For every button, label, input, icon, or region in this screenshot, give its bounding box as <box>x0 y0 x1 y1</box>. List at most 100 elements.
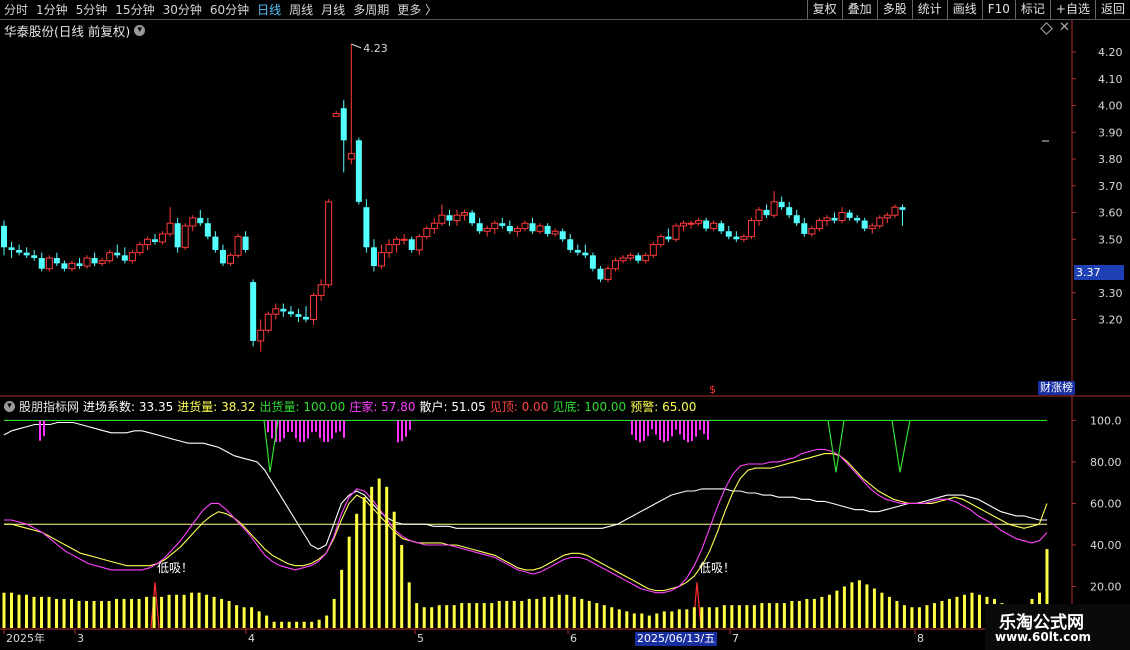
volume-bar <box>400 544 404 628</box>
volume-bar <box>122 598 126 628</box>
candle-body <box>891 206 899 216</box>
indicator-line-0 <box>3 421 1047 550</box>
candle-body <box>128 252 136 262</box>
price-axis-label: 4.00 <box>1098 100 1123 113</box>
candle-body <box>665 236 672 240</box>
candle-body <box>544 225 551 234</box>
volume-bar <box>2 592 6 628</box>
x-axis-label: 4 <box>248 632 255 645</box>
candle-body <box>446 215 453 221</box>
volume-bar <box>235 605 239 628</box>
candle-body <box>513 228 521 232</box>
readout-6: 见底: 100.00 <box>552 398 626 415</box>
volume-bar <box>32 596 36 628</box>
readout-value: 38.32 <box>217 400 256 414</box>
candle-body <box>786 207 793 216</box>
caizhang-badge[interactable]: 财涨榜 <box>1038 381 1075 395</box>
volume-bar <box>775 603 779 628</box>
volume-bar <box>115 598 119 628</box>
volume-bar <box>62 598 66 628</box>
volume-bar <box>85 601 89 628</box>
volume-bar <box>182 594 186 628</box>
candle-body <box>725 231 732 237</box>
candle-body <box>567 239 574 250</box>
volume-bar <box>707 607 711 628</box>
green-spike <box>891 420 911 473</box>
volume-bar <box>572 596 576 628</box>
indicator-name[interactable]: 股朋指标网 <box>19 398 79 415</box>
candle-body <box>883 214 891 219</box>
volume-bar <box>107 601 111 628</box>
volume-bar <box>857 580 861 628</box>
volume-bar <box>47 596 51 628</box>
readout-4: 散户: 51.05 <box>420 398 486 415</box>
candle-body <box>114 252 121 256</box>
price-axis-label: 3.50 <box>1098 233 1123 246</box>
candle-body <box>642 254 650 262</box>
candle-body <box>506 225 513 232</box>
price-axis-label: 3.20 <box>1098 314 1123 327</box>
volume-bar <box>152 596 156 628</box>
volume-bar <box>557 594 561 628</box>
candle-body <box>355 140 362 202</box>
readout-label: 庄家: <box>349 400 378 414</box>
volume-bar <box>310 621 314 628</box>
candle-body <box>181 225 189 248</box>
candle-body <box>823 217 831 222</box>
candle-body <box>393 238 401 246</box>
candle-body <box>582 252 589 256</box>
volume-bar <box>715 607 719 628</box>
high-marker-line <box>351 43 362 49</box>
volume-bar <box>760 603 764 628</box>
volume-bar <box>850 582 854 628</box>
readout-value: 0.00 <box>517 400 549 414</box>
candle-body <box>635 255 642 261</box>
candle-body <box>491 222 499 230</box>
candle-body <box>408 239 415 250</box>
readout-value: 100.00 <box>580 400 627 414</box>
candle-body <box>710 222 718 230</box>
volume-bar <box>407 582 411 628</box>
candle-body <box>876 217 884 227</box>
readout-value: 57.80 <box>377 400 416 414</box>
candle-body <box>476 223 483 232</box>
candle-body <box>740 236 748 240</box>
low-label-1: 低吸！ <box>157 561 193 575</box>
candle-body <box>755 209 763 222</box>
volume-bar <box>242 607 246 628</box>
candle-body <box>31 255 38 258</box>
ind-axis-label: 60.00 <box>1090 497 1122 510</box>
volume-bar <box>160 596 164 628</box>
candle-body <box>227 254 234 264</box>
volume-bar <box>542 596 546 628</box>
current-price-tag: 3.37 <box>1074 265 1124 280</box>
volume-bar <box>257 611 261 628</box>
candle-body <box>370 247 377 267</box>
volume-bar <box>145 596 149 628</box>
ind-axis-label: 20.00 <box>1090 580 1122 593</box>
readout-label: 见顶: <box>489 400 518 414</box>
chevron-down-icon[interactable]: ▾ <box>4 401 15 412</box>
price-axis-label: 3.80 <box>1098 153 1123 166</box>
candle-body <box>559 231 566 240</box>
price-axis-label: 3.30 <box>1098 287 1123 300</box>
candle-body <box>521 222 529 230</box>
candle-body <box>347 153 355 160</box>
kline-chart[interactable]: 4.20 4.10 4.00 3.90 3.80 3.70 3.60 3.50 3.30 3.20… <box>0 0 1130 650</box>
candle-body <box>770 201 778 216</box>
candle-body <box>106 252 114 262</box>
candle-body <box>45 257 53 270</box>
volume-bar <box>602 605 606 628</box>
volume-bar <box>947 598 951 628</box>
volume-bar <box>205 594 209 628</box>
volume-bar <box>617 609 621 628</box>
volume-bar <box>955 596 959 628</box>
volume-bar <box>10 592 14 628</box>
volume-bar <box>190 592 194 628</box>
volume-bar <box>805 598 809 628</box>
volume-bar <box>475 603 479 628</box>
candle-body <box>899 207 906 210</box>
candle-body <box>649 244 657 256</box>
indicator-readouts: ▾ 股朋指标网 进场系数: 33.35 进货量: 38.32 出货量: 100.00… <box>4 398 696 415</box>
candle-body <box>234 236 242 256</box>
